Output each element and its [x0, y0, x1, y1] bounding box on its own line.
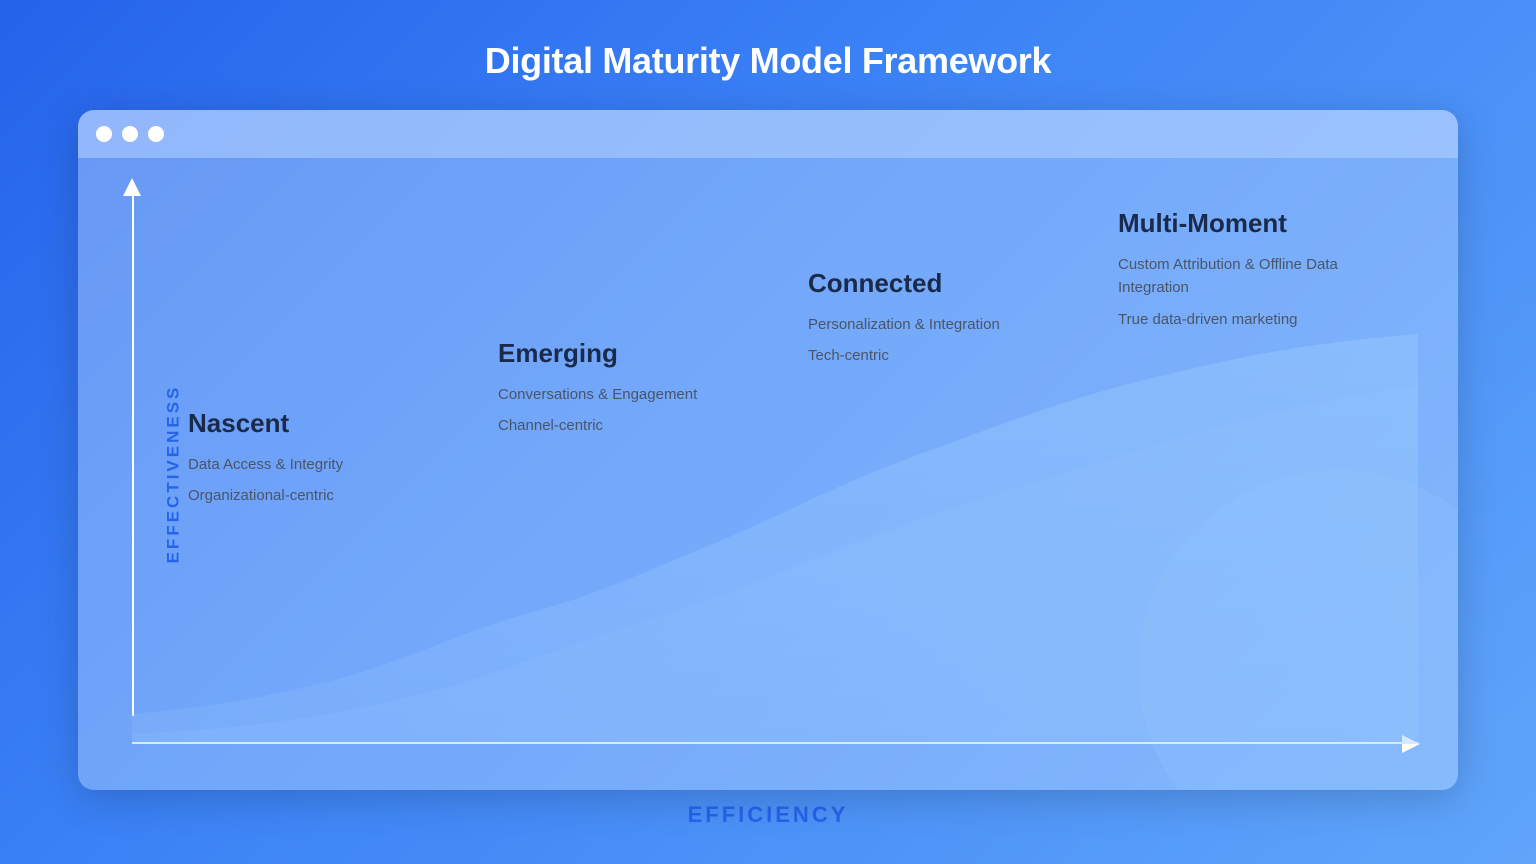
- stage-nascent-title: Nascent: [188, 408, 478, 439]
- browser-dot-1: [96, 126, 112, 142]
- y-axis-arrow: [123, 178, 141, 200]
- stage-emerging-title: Emerging: [498, 338, 788, 369]
- x-axis-arrow: [1398, 735, 1420, 753]
- browser-window: EFFECTIVENESS Nascent Data Access & Inte…: [78, 110, 1458, 790]
- stage-nascent: Nascent Data Access & Integrity Organiza…: [178, 188, 488, 516]
- x-axis-label: EFFICIENCY: [688, 802, 849, 828]
- page-title: Digital Maturity Model Framework: [485, 40, 1052, 82]
- stage-connected-desc-1: Personalization & Integration: [808, 313, 1098, 336]
- stage-multimoment: Multi-Moment Custom Attribution & Offlin…: [1108, 188, 1418, 339]
- stage-emerging: Emerging Conversations & Engagement Chan…: [488, 188, 798, 446]
- browser-dot-2: [122, 126, 138, 142]
- x-axis-line: [132, 742, 1418, 744]
- browser-dot-3: [148, 126, 164, 142]
- stage-multimoment-desc-2: True data-driven marketing: [1118, 308, 1408, 331]
- stage-emerging-desc-1: Conversations & Engagement: [498, 383, 788, 406]
- stage-emerging-desc-2: Channel-centric: [498, 414, 788, 437]
- stage-multimoment-desc-1: Custom Attribution & Offline Data Integr…: [1118, 253, 1408, 300]
- browser-bar: [78, 110, 1458, 158]
- stage-nascent-desc-2: Organizational-centric: [188, 484, 478, 507]
- chart-area: EFFECTIVENESS Nascent Data Access & Inte…: [78, 158, 1458, 790]
- stage-connected-title: Connected: [808, 268, 1098, 299]
- stage-nascent-desc-1: Data Access & Integrity: [188, 453, 478, 476]
- stage-connected: Connected Personalization & Integration …: [798, 188, 1108, 376]
- stage-multimoment-title: Multi-Moment: [1118, 208, 1408, 239]
- y-axis-line: [132, 186, 134, 716]
- stages-container: Nascent Data Access & Integrity Organiza…: [178, 188, 1418, 678]
- stage-connected-desc-2: Tech-centric: [808, 344, 1098, 367]
